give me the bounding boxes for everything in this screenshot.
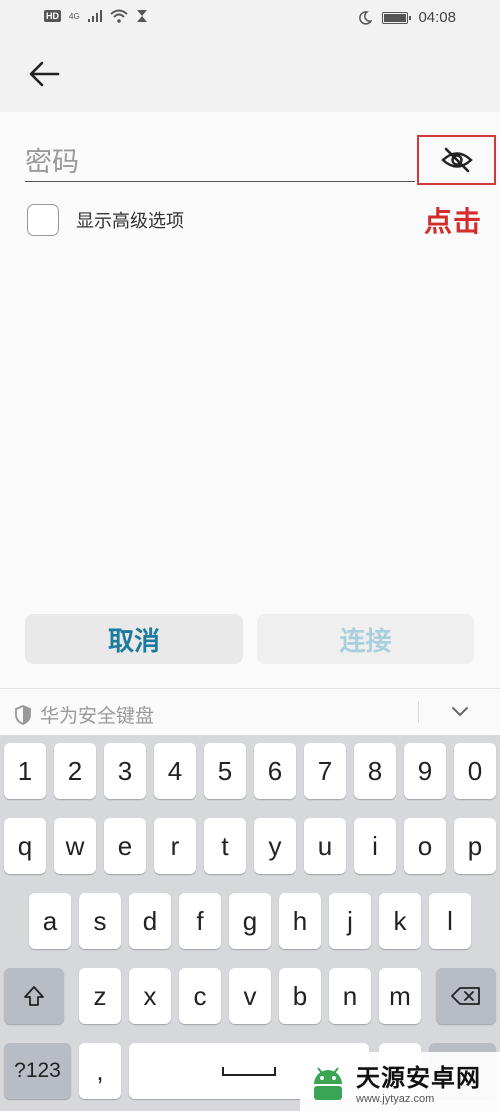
status-time: 04:08 bbox=[418, 9, 456, 26]
wifi-icon bbox=[110, 9, 128, 23]
password-input[interactable]: 密码 bbox=[25, 130, 415, 182]
symbols-key[interactable]: ?123 bbox=[4, 1043, 71, 1099]
advanced-options-label: 显示高级选项 bbox=[76, 211, 184, 232]
battery-icon bbox=[382, 11, 412, 24]
keyboard-title-group: 华为安全键盘 bbox=[14, 701, 154, 728]
back-button[interactable] bbox=[24, 56, 64, 92]
backspace-icon bbox=[451, 987, 480, 1005]
key-1[interactable]: 1 bbox=[4, 743, 46, 799]
cancel-button[interactable]: 取消 bbox=[25, 614, 243, 664]
key-e[interactable]: e bbox=[104, 818, 146, 874]
key-r[interactable]: r bbox=[154, 818, 196, 874]
advanced-options-checkbox[interactable] bbox=[27, 204, 59, 236]
watermark-url: www.jytyaz.com bbox=[356, 1093, 435, 1105]
hd-badge: HD bbox=[44, 10, 61, 22]
shift-key[interactable] bbox=[4, 968, 64, 1024]
password-placeholder: 密码 bbox=[25, 147, 79, 178]
backspace-key[interactable] bbox=[436, 968, 496, 1024]
key-8[interactable]: 8 bbox=[354, 743, 396, 799]
key-j[interactable]: j bbox=[329, 893, 371, 949]
key-w[interactable]: w bbox=[54, 818, 96, 874]
key-u[interactable]: u bbox=[304, 818, 346, 874]
key-a[interactable]: a bbox=[29, 893, 71, 949]
key-3[interactable]: 3 bbox=[104, 743, 146, 799]
eye-off-icon bbox=[440, 147, 473, 173]
key-h[interactable]: h bbox=[279, 893, 321, 949]
hourglass-icon bbox=[136, 10, 147, 22]
arrow-left-icon bbox=[29, 61, 60, 87]
status-bar: HD 4G 04:08 bbox=[0, 0, 500, 36]
key-l[interactable]: l bbox=[429, 893, 471, 949]
watermark: 天源安卓网 www.jytyaz.com bbox=[300, 1052, 500, 1111]
key-d[interactable]: d bbox=[129, 893, 171, 949]
keyboard-header-divider bbox=[418, 701, 419, 723]
app-bar bbox=[0, 36, 500, 112]
key-m[interactable]: m bbox=[379, 968, 421, 1024]
wifi-password-dialog-screen: HD 4G 04:08 密码 显示高级选项 点击 取消 连接 华为安全键盘 1 … bbox=[0, 0, 500, 1111]
keyboard-title: 华为安全键盘 bbox=[40, 705, 155, 727]
key-v[interactable]: v bbox=[229, 968, 271, 1024]
key-x[interactable]: x bbox=[129, 968, 171, 1024]
android-logo-icon bbox=[314, 1066, 342, 1100]
shield-icon bbox=[15, 704, 31, 725]
network-type: 4G bbox=[69, 11, 80, 21]
toggle-password-visibility-button[interactable] bbox=[417, 135, 496, 185]
key-4[interactable]: 4 bbox=[154, 743, 196, 799]
key-7[interactable]: 7 bbox=[304, 743, 346, 799]
connect-button[interactable]: 连接 bbox=[257, 614, 474, 664]
key-f[interactable]: f bbox=[179, 893, 221, 949]
key-0[interactable]: 0 bbox=[454, 743, 496, 799]
watermark-name: 天源安卓网 bbox=[356, 1064, 481, 1092]
chevron-down-icon bbox=[452, 707, 468, 717]
key-o[interactable]: o bbox=[404, 818, 446, 874]
key-p[interactable]: p bbox=[454, 818, 496, 874]
key-n[interactable]: n bbox=[329, 968, 371, 1024]
shift-icon bbox=[24, 986, 44, 1006]
keyboard-header: 华为安全键盘 bbox=[0, 688, 500, 735]
key-9[interactable]: 9 bbox=[404, 743, 446, 799]
key-5[interactable]: 5 bbox=[204, 743, 246, 799]
key-q[interactable]: q bbox=[4, 818, 46, 874]
keyboard-collapse-button[interactable] bbox=[446, 700, 474, 724]
status-right: 04:08 bbox=[358, 9, 456, 26]
moon-icon bbox=[359, 10, 373, 25]
space-bar-icon bbox=[222, 1067, 276, 1076]
watermark-text: 天源安卓网 www.jytyaz.com bbox=[356, 1058, 481, 1105]
key-y[interactable]: y bbox=[254, 818, 296, 874]
key-s[interactable]: s bbox=[79, 893, 121, 949]
key-z[interactable]: z bbox=[79, 968, 121, 1024]
advanced-options-row[interactable]: 显示高级选项 bbox=[27, 204, 184, 236]
key-b[interactable]: b bbox=[279, 968, 321, 1024]
key-g[interactable]: g bbox=[229, 893, 271, 949]
click-annotation: 点击 bbox=[424, 205, 483, 238]
key-c[interactable]: c bbox=[179, 968, 221, 1024]
key-t[interactable]: t bbox=[204, 818, 246, 874]
key-k[interactable]: k bbox=[379, 893, 421, 949]
key-2[interactable]: 2 bbox=[54, 743, 96, 799]
status-left: HD 4G bbox=[44, 9, 148, 23]
key-i[interactable]: i bbox=[354, 818, 396, 874]
comma-key[interactable]: , bbox=[79, 1043, 121, 1099]
cellular-signal-icon bbox=[87, 10, 102, 22]
key-6[interactable]: 6 bbox=[254, 743, 296, 799]
